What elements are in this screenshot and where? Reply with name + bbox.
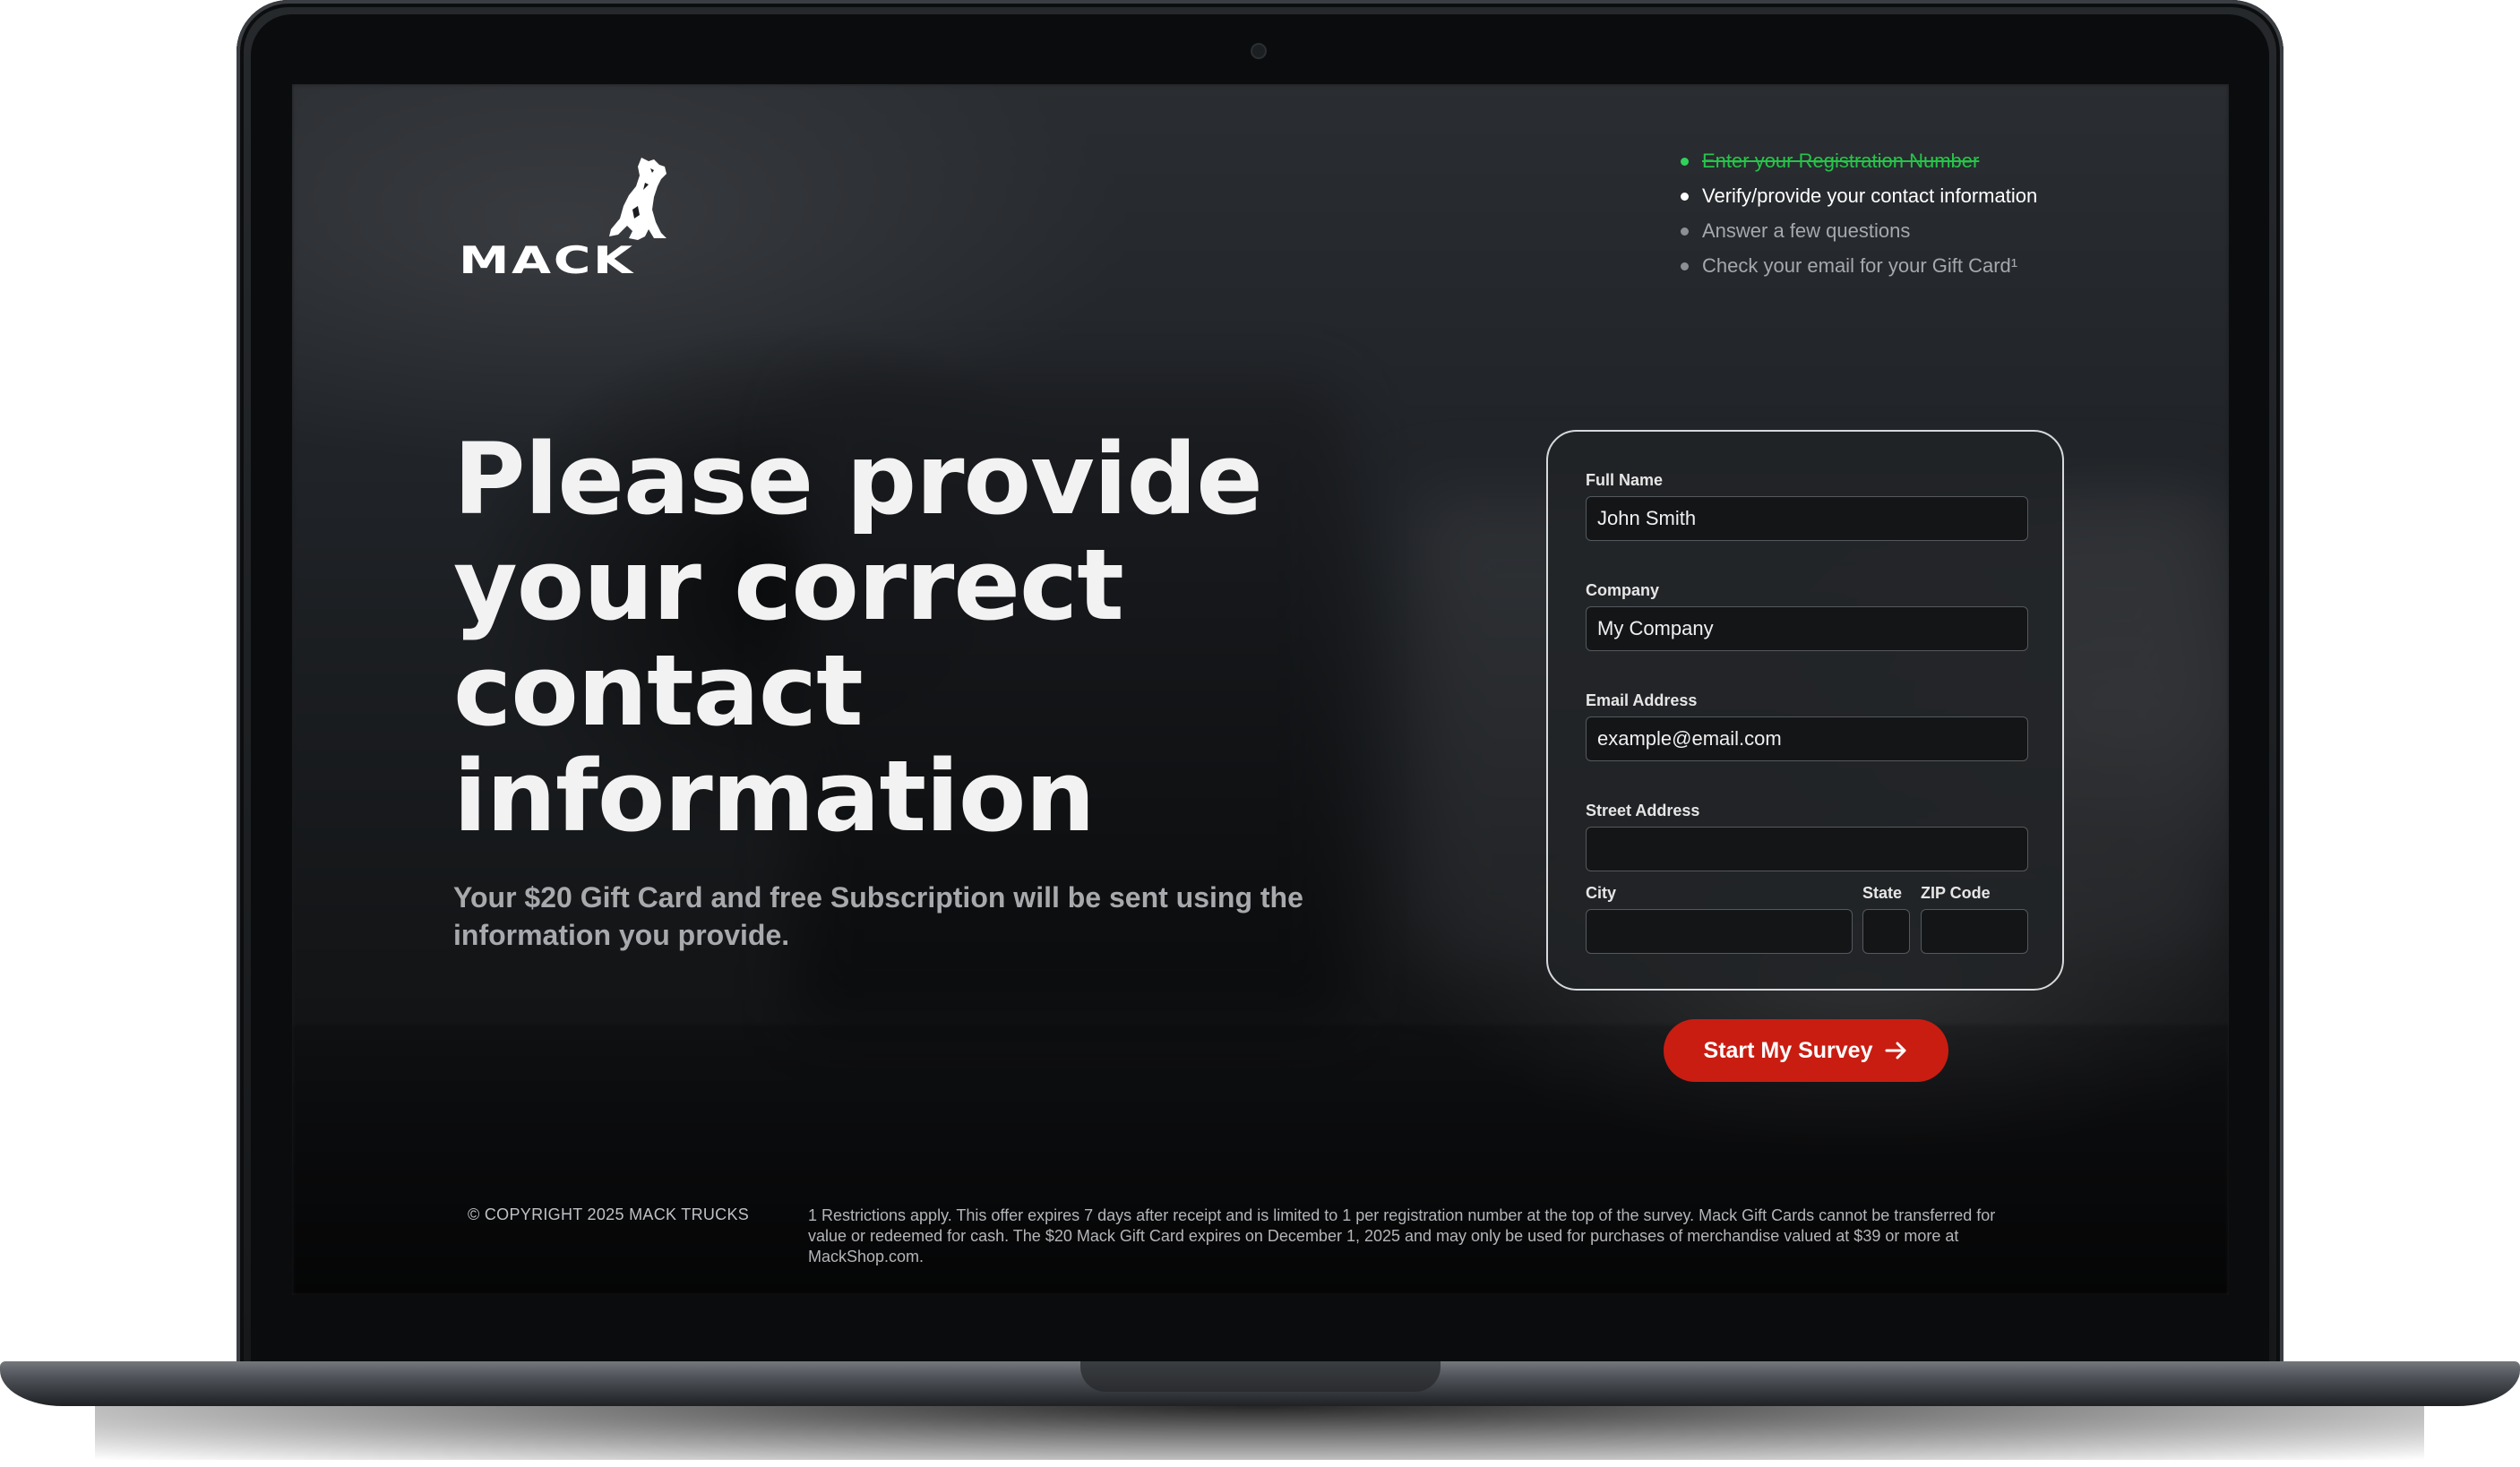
disclaimer-text: 1 Restrictions apply. This offer expires…: [808, 1206, 1996, 1265]
page-title: Please provide your correct contact info…: [453, 422, 1263, 854]
full-name-label: Full Name: [1586, 471, 1664, 489]
page-subtitle: Your $20 Gift Card and free Subscription…: [453, 881, 1303, 951]
start-survey-label: Start My Survey: [1703, 1037, 1873, 1063]
laptop-base-notch: [1080, 1361, 1441, 1392]
web-page: MACK Enter your Registration Number Veri…: [292, 84, 2229, 1295]
laptop-shadow: [95, 1406, 2424, 1460]
zip-code-input[interactable]: [1921, 909, 2028, 954]
street-address-input[interactable]: [1586, 827, 2028, 871]
mack-logo[interactable]: MACK: [459, 156, 683, 282]
contact-form-card: Full Name Company Email Address Street A…: [1546, 430, 2064, 991]
step-current-dot-icon: [1681, 193, 1689, 201]
state-label: State: [1862, 884, 1903, 902]
step-label: Verify/provide your contact information: [1702, 184, 2038, 207]
city-input[interactable]: [1586, 909, 1853, 954]
copyright-text: © COPYRIGHT 2025 MACK TRUCKS: [468, 1205, 750, 1223]
brand-wordmark: MACK: [459, 238, 635, 282]
step-label: Check your email for your Gift Card¹: [1702, 254, 2018, 277]
street-address-label: Street Address: [1586, 802, 1700, 819]
arrow-right-icon: [1885, 1042, 1906, 1060]
step-pending-dot-icon: [1681, 227, 1689, 236]
step-questions: Answer a few questions: [1681, 213, 2037, 248]
step-label: Answer a few questions: [1702, 219, 1911, 242]
email-input[interactable]: [1586, 716, 2028, 761]
step-complete-dot-icon: [1681, 158, 1689, 166]
full-name-input[interactable]: [1586, 496, 2028, 541]
company-label: Company: [1586, 581, 1660, 599]
step-registration: Enter your Registration Number: [1681, 143, 2037, 178]
laptop-mockup: MACK Enter your Registration Number Veri…: [0, 0, 2520, 1467]
state-input[interactable]: [1862, 909, 1910, 954]
email-label: Email Address: [1586, 691, 1698, 709]
webcam-icon: [1252, 45, 1265, 57]
step-pending-dot-icon: [1681, 262, 1689, 270]
start-survey-button[interactable]: Start My Survey: [1664, 1019, 1948, 1082]
bulldog-icon: [609, 158, 667, 240]
city-label: City: [1586, 884, 1617, 902]
progress-steps: Enter your Registration Number Verify/pr…: [1681, 143, 2037, 283]
company-input[interactable]: [1586, 606, 2028, 651]
step-gift-card: Check your email for your Gift Card¹: [1681, 248, 2037, 283]
step-label: Enter your Registration Number: [1702, 150, 1980, 172]
zip-code-label: ZIP Code: [1921, 884, 1991, 902]
step-contact-info: Verify/provide your contact information: [1681, 178, 2037, 213]
